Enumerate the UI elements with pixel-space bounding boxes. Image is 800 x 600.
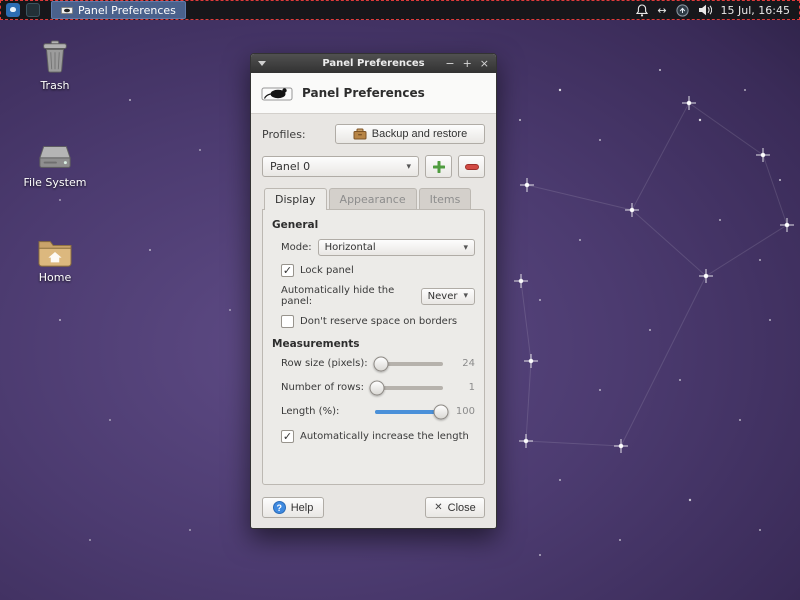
close-label: Close: [448, 502, 476, 514]
add-panel-button[interactable]: [425, 155, 452, 178]
top-panel: Panel Preferences ↔ 15 Jul, 16:45: [0, 0, 800, 20]
auto-increase-label: Automatically increase the length: [300, 431, 469, 442]
close-button[interactable]: ✕ Close: [425, 497, 485, 518]
row-size-slider[interactable]: [375, 362, 443, 366]
remove-panel-button[interactable]: [458, 155, 485, 178]
num-rows-label: Number of rows:: [281, 382, 373, 393]
panel-preferences-dialog: Panel Preferences − + × Panel Preference…: [250, 53, 497, 529]
profiles-row: Profiles: Backup and restore: [262, 124, 485, 144]
dialog-body: Profiles: Backup and restore Panel 0 ▾: [251, 114, 496, 489]
num-rows-row: Number of rows: 1: [281, 382, 475, 393]
taskbar-right: ↔ 15 Jul, 16:45: [636, 4, 799, 17]
autohide-value: Never: [428, 291, 458, 302]
panel-select-dropdown[interactable]: Panel 0 ▾: [262, 156, 419, 177]
notification-bell-icon[interactable]: [636, 4, 648, 17]
home-folder-icon: [23, 228, 87, 268]
num-rows-slider[interactable]: [375, 386, 443, 390]
window-menu-icon[interactable]: [258, 61, 266, 66]
minimize-button[interactable]: −: [445, 58, 454, 69]
slider-handle[interactable]: [374, 356, 389, 371]
plus-icon: [433, 161, 445, 173]
panel-selector-row: Panel 0 ▾: [262, 155, 485, 178]
dialog-header-title: Panel Preferences: [302, 86, 425, 100]
window-button-label: Panel Preferences: [78, 4, 176, 17]
applications-menu-icon[interactable]: [6, 3, 20, 17]
auto-increase-row[interactable]: ✓ Automatically increase the length: [281, 430, 475, 443]
tab-bar: Display Appearance Items: [262, 188, 485, 209]
help-label: Help: [291, 502, 314, 514]
length-row: Length (%): 100: [281, 406, 475, 417]
network-icon[interactable]: ↔: [657, 4, 666, 17]
autohide-row: Automatically hide the panel: Never ▾: [281, 285, 475, 307]
mode-row: Mode: Horizontal ▾: [281, 239, 475, 256]
row-size-row: Row size (pixels): 24: [281, 358, 475, 369]
tab-display[interactable]: Display: [264, 188, 327, 210]
volume-icon[interactable]: [698, 4, 712, 16]
check-icon: ✓: [283, 431, 292, 442]
desktop-icon-filesystem[interactable]: File System: [16, 133, 94, 189]
drive-icon: [16, 133, 94, 173]
display-tab-panel: General Mode: Horizontal ▾ ✓ Lock panel …: [262, 209, 485, 485]
desktop-icon-label: File System: [16, 176, 94, 189]
length-slider[interactable]: [375, 410, 443, 414]
backup-restore-label: Backup and restore: [372, 128, 467, 140]
taskbar-window-button[interactable]: Panel Preferences: [51, 1, 186, 19]
slider-handle[interactable]: [433, 404, 448, 419]
lock-panel-row[interactable]: ✓ Lock panel: [281, 264, 475, 277]
archive-icon: [353, 128, 367, 140]
taskbar-clock[interactable]: 15 Jul, 16:45: [721, 4, 790, 17]
check-icon: ✓: [283, 265, 292, 276]
reserve-space-checkbox[interactable]: [281, 315, 294, 328]
dialog-header: Panel Preferences: [251, 73, 496, 114]
mode-value: Horizontal: [325, 242, 376, 253]
measurements-heading: Measurements: [272, 338, 475, 350]
chevron-down-icon: ▾: [463, 291, 468, 301]
panel-preferences-icon: [261, 81, 293, 105]
reserve-space-label: Don't reserve space on borders: [300, 316, 457, 327]
window-button-icon: [61, 5, 73, 15]
desktop-icon-home[interactable]: Home: [23, 228, 87, 284]
reserve-space-row[interactable]: Don't reserve space on borders: [281, 315, 475, 328]
close-window-button[interactable]: ×: [480, 58, 489, 69]
general-heading: General: [272, 219, 475, 231]
mode-dropdown[interactable]: Horizontal ▾: [318, 239, 475, 256]
taskbar-left: Panel Preferences: [1, 1, 186, 19]
autohide-label: Automatically hide the panel:: [281, 285, 417, 307]
chevron-down-icon: ▾: [406, 162, 411, 172]
desktop-icon-label: Trash: [23, 79, 87, 92]
mode-label: Mode:: [281, 242, 312, 253]
length-value: 100: [451, 406, 475, 417]
chevron-down-icon: ▾: [463, 243, 468, 253]
indicator-icon[interactable]: [676, 4, 689, 17]
dialog-titlebar[interactable]: Panel Preferences − + ×: [251, 54, 496, 73]
tab-items[interactable]: Items: [419, 188, 472, 209]
trash-icon: [23, 36, 87, 76]
autohide-dropdown[interactable]: Never ▾: [421, 288, 475, 305]
app-launcher-icon[interactable]: [26, 3, 40, 17]
backup-restore-button[interactable]: Backup and restore: [335, 124, 485, 144]
help-button[interactable]: ? Help: [262, 497, 324, 518]
slider-handle[interactable]: [370, 380, 385, 395]
auto-increase-checkbox[interactable]: ✓: [281, 430, 294, 443]
dialog-footer: ? Help ✕ Close: [251, 489, 496, 528]
panel-select-value: Panel 0: [270, 160, 310, 173]
close-icon: ✕: [434, 502, 442, 513]
tab-appearance[interactable]: Appearance: [329, 188, 417, 209]
lock-panel-label: Lock panel: [300, 265, 354, 276]
profiles-label: Profiles:: [262, 128, 306, 141]
minus-icon: [465, 164, 479, 170]
lock-panel-checkbox[interactable]: ✓: [281, 264, 294, 277]
row-size-value: 24: [451, 358, 475, 369]
num-rows-value: 1: [451, 382, 475, 393]
maximize-button[interactable]: +: [463, 58, 472, 69]
length-label: Length (%):: [281, 406, 373, 417]
row-size-label: Row size (pixels):: [281, 358, 373, 369]
desktop-icon-trash[interactable]: Trash: [23, 36, 87, 92]
help-icon: ?: [273, 501, 286, 514]
desktop-icon-label: Home: [23, 271, 87, 284]
